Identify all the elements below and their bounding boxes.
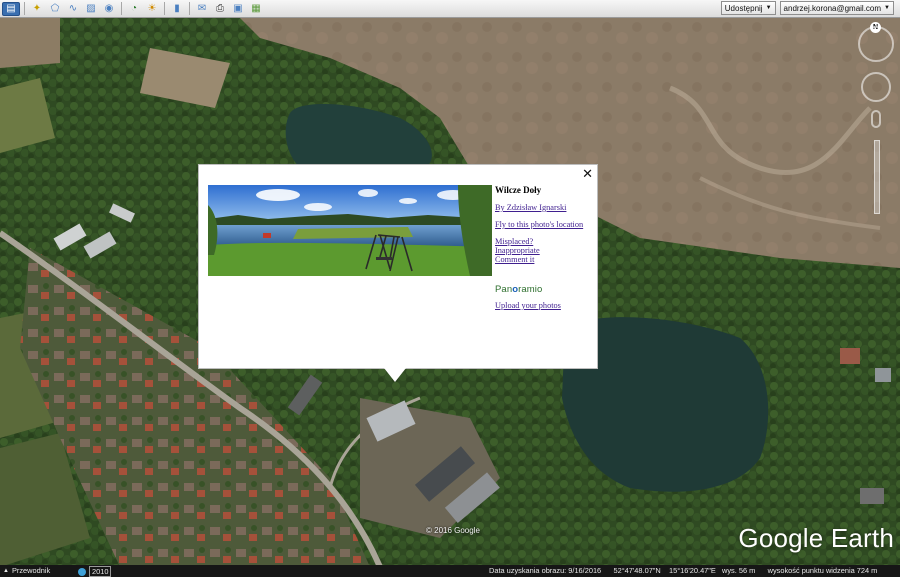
- historical-imagery-icon[interactable]: ◔: [126, 2, 142, 16]
- chevron-down-icon: ▼: [765, 5, 772, 11]
- comment-link[interactable]: Comment it: [495, 255, 595, 264]
- add-image-overlay-icon[interactable]: ▨: [83, 2, 99, 16]
- panoramio-logo-part: ramio: [518, 284, 543, 295]
- historical-imagery-icon: [78, 567, 86, 576]
- sidebar-toggle-icon[interactable]: ▤: [2, 1, 20, 16]
- author-link[interactable]: By Zdzisław Ignarski: [495, 203, 595, 212]
- guide-button[interactable]: ▲ Przewodnik: [3, 566, 50, 575]
- toolbar-right: Udostępnij ▼ andrzej.korona@gmail.com ▼: [720, 1, 894, 15]
- balloon-pointer: [384, 368, 406, 382]
- toolbar: ▤ ✦ ⬠ ∿ ▨ ◉ ◔ ☀ ▮ ✉ ⎙ ▣ ▦ Udostępnij ▼ a…: [0, 0, 900, 18]
- toolbar-divider: [121, 2, 122, 15]
- panorama-photo[interactable]: [208, 185, 492, 276]
- guide-label: Przewodnik: [11, 566, 51, 575]
- print-icon[interactable]: ⎙: [212, 2, 228, 16]
- add-polygon-icon[interactable]: ⬠: [47, 2, 63, 16]
- account-button[interactable]: andrzej.korona@gmail.com ▼: [779, 1, 894, 15]
- photo-title: Wilcze Doły: [495, 185, 542, 195]
- inappropriate-link[interactable]: Inappropriate: [495, 246, 595, 255]
- share-button-label: Udostępnij: [724, 3, 763, 13]
- view-in-maps-icon[interactable]: ▦: [248, 2, 264, 16]
- street-view-icon[interactable]: [871, 110, 881, 128]
- sunlight-icon[interactable]: ☀: [144, 2, 160, 16]
- panoramio-logo[interactable]: Panoramio: [495, 284, 595, 295]
- close-icon[interactable]: ✕: [582, 166, 593, 182]
- elevation-readout: wys. 56 m: [722, 566, 756, 575]
- upload-photos-link[interactable]: Upload your photos: [495, 301, 595, 310]
- toolbar-divider: [189, 2, 190, 15]
- chevron-down-icon: ▼: [884, 5, 890, 11]
- eye-altitude-readout: wysokość punktu widzenia 724 m: [767, 566, 878, 575]
- toolbar-divider: [24, 2, 25, 15]
- latitude-readout: 52°47'48.07"N: [613, 566, 661, 575]
- account-label: andrzej.korona@gmail.com: [783, 3, 882, 13]
- fly-to-link[interactable]: Fly to this photo's location: [495, 220, 595, 229]
- imagery-copyright: © 2016 Google: [426, 526, 480, 535]
- add-path-icon[interactable]: ∿: [65, 2, 81, 16]
- move-around-ring[interactable]: [861, 72, 891, 102]
- google-earth-logo: Google Earth: [738, 523, 894, 553]
- look-around-ring[interactable]: [858, 26, 894, 62]
- toolbar-divider: [164, 2, 165, 15]
- misplaced-link[interactable]: Misplaced?: [495, 237, 595, 246]
- historical-year[interactable]: 2010: [78, 566, 112, 577]
- panorama-image: [208, 185, 492, 276]
- record-tour-icon[interactable]: ◉: [101, 2, 117, 16]
- chevron-up-icon: ▲: [3, 567, 9, 574]
- photo-details: Wilcze Doły By Zdzisław Ignarski Fly to …: [495, 185, 595, 310]
- navigation-controls: N: [858, 22, 894, 222]
- share-button[interactable]: Udostępnij ▼: [720, 1, 776, 15]
- longitude-readout: 15°16'20.47"E: [668, 566, 716, 575]
- email-icon[interactable]: ✉: [194, 2, 210, 16]
- add-placemark-icon[interactable]: ✦: [29, 2, 45, 16]
- status-readouts: Data uzyskania obrazu: 9/16/2016 52°47'4…: [489, 566, 877, 575]
- imagery-date: Data uzyskania obrazu: 9/16/2016: [489, 566, 602, 575]
- year-label: 2010: [89, 566, 112, 577]
- status-bar: ▲ Przewodnik 2010 Data uzyskania obrazu:…: [0, 565, 900, 577]
- photo-info-balloon: ✕ Wilcze Doły By Zdzisław Ignarski Fly t…: [198, 164, 598, 369]
- zoom-slider[interactable]: [874, 140, 880, 214]
- panoramio-logo-part: Pan: [495, 284, 513, 295]
- save-image-icon[interactable]: ▣: [230, 2, 246, 16]
- switch-to-sky-icon[interactable]: ▮: [169, 2, 185, 16]
